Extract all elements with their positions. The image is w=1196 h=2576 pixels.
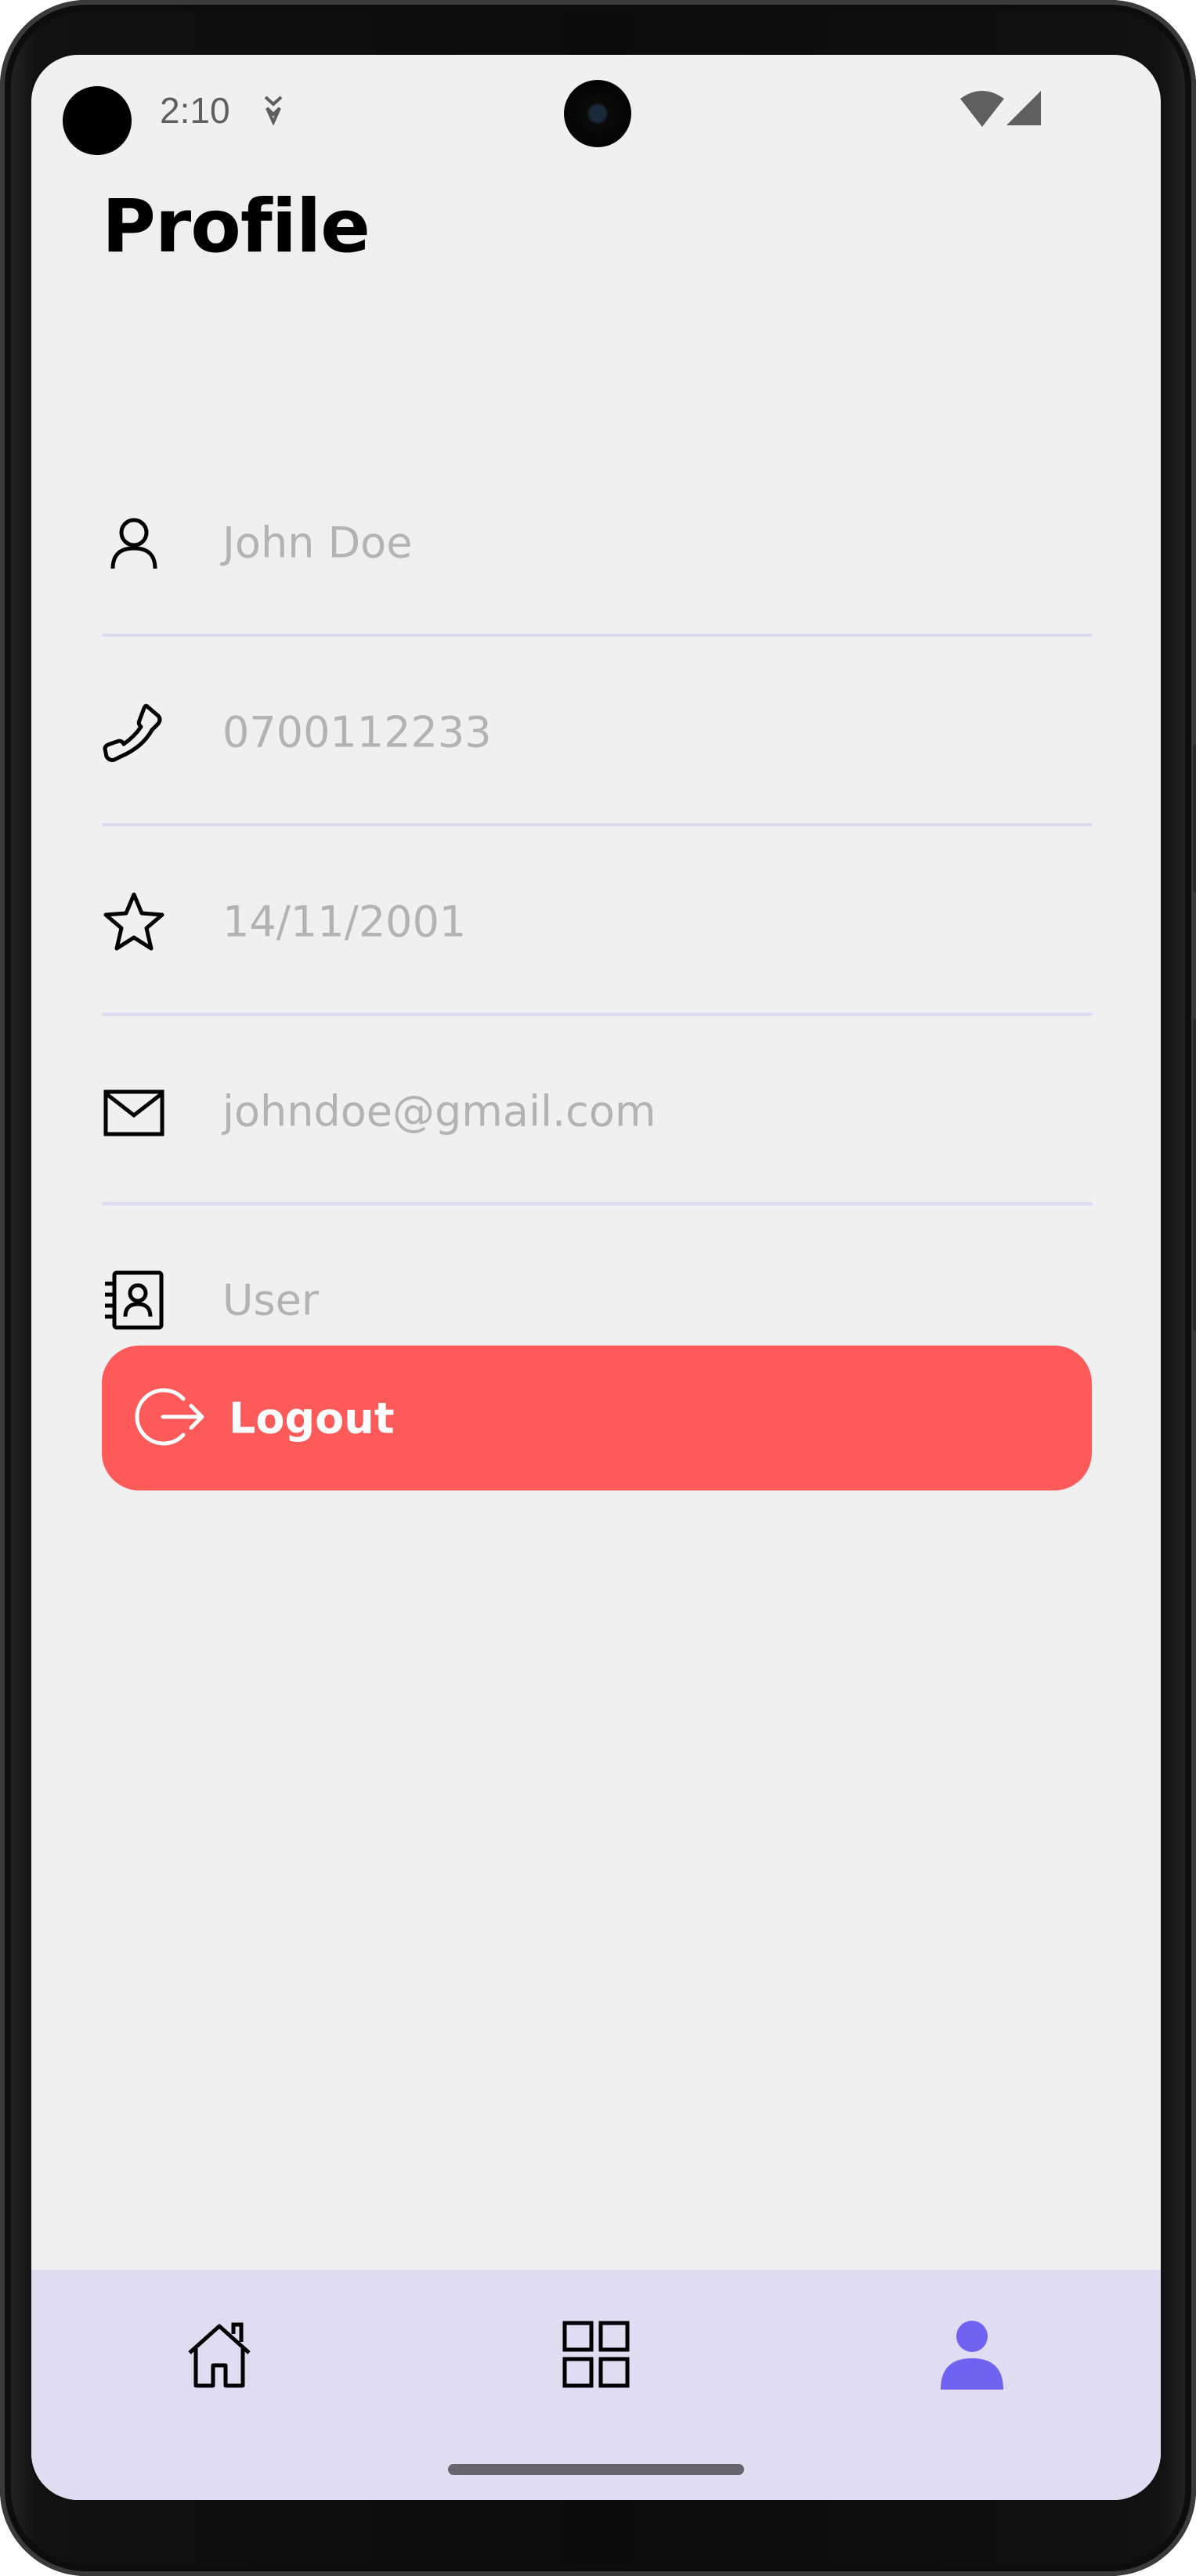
logout-label: Logout bbox=[229, 1393, 395, 1443]
nav-dashboard[interactable] bbox=[408, 2270, 784, 2442]
birthdate-field[interactable]: 14/11/2001 bbox=[102, 828, 1092, 1016]
wifi-icon bbox=[960, 91, 1004, 130]
logout-icon bbox=[135, 1382, 205, 1455]
bottom-navigation bbox=[31, 2270, 1161, 2500]
name-field[interactable]: John Doe bbox=[102, 449, 1092, 637]
person-icon bbox=[102, 511, 166, 575]
divider bbox=[102, 1013, 1092, 1016]
status-bar: 2:10 bbox=[31, 55, 1161, 172]
name-value: John Doe bbox=[222, 518, 413, 568]
grid-icon bbox=[562, 2320, 631, 2392]
divider bbox=[102, 1202, 1092, 1205]
nav-home[interactable] bbox=[31, 2270, 407, 2442]
phone-value: 0700112233 bbox=[222, 707, 492, 757]
nav-profile[interactable] bbox=[784, 2270, 1160, 2442]
phone-icon bbox=[102, 700, 166, 764]
profile-icon bbox=[939, 2319, 1005, 2393]
contact-book-icon bbox=[102, 1268, 166, 1332]
birthdate-value: 14/11/2001 bbox=[222, 897, 467, 947]
home-icon bbox=[183, 2318, 255, 2394]
front-camera bbox=[564, 80, 631, 147]
divider bbox=[102, 823, 1092, 826]
logout-button[interactable]: Logout bbox=[102, 1346, 1092, 1490]
star-icon bbox=[102, 890, 166, 954]
phone-field[interactable]: 0700112233 bbox=[102, 638, 1092, 826]
notification-icon bbox=[260, 94, 287, 128]
app-screen: 2:10 Profile John Doe 0700112233 14/11/2… bbox=[31, 55, 1161, 2500]
email-value: johndoe@gmail.com bbox=[222, 1086, 656, 1136]
power-button bbox=[1193, 744, 1196, 893]
phone-frame: 2:10 Profile John Doe 0700112233 14/11/2… bbox=[0, 0, 1196, 2576]
role-value: User bbox=[222, 1275, 320, 1325]
page-title: Profile bbox=[102, 184, 370, 269]
volume-button bbox=[1193, 1018, 1196, 1331]
cellular-signal-icon bbox=[1006, 91, 1041, 128]
status-time: 2:10 bbox=[160, 90, 230, 131]
status-dot bbox=[63, 86, 132, 155]
gesture-home-bar[interactable] bbox=[448, 2464, 744, 2475]
email-field[interactable]: johndoe@gmail.com bbox=[102, 1017, 1092, 1205]
divider bbox=[102, 634, 1092, 637]
mail-icon bbox=[102, 1079, 166, 1143]
